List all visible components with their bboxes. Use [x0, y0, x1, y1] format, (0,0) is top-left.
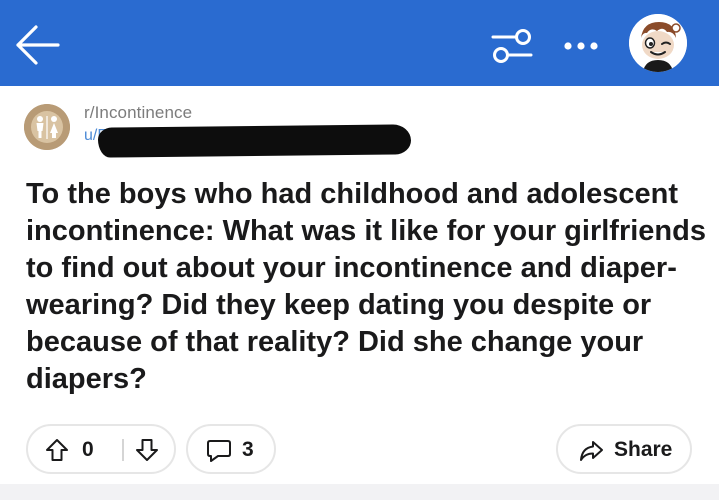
redaction-mark — [97, 124, 412, 158]
author-prefix: u/ — [84, 127, 98, 144]
comments-button[interactable]: 3 — [186, 424, 276, 474]
share-label: Share — [614, 438, 673, 461]
user-avatar-icon — [629, 14, 687, 72]
back-button[interactable] — [12, 22, 64, 68]
filter-button[interactable] — [490, 26, 534, 66]
vote-divider — [122, 439, 124, 461]
arrow-down-icon[interactable] — [134, 437, 160, 463]
arrow-left-icon — [16, 25, 60, 65]
comment-count: 3 — [242, 438, 254, 461]
vote-count: 0 — [82, 438, 94, 461]
user-avatar-button[interactable] — [629, 14, 687, 72]
next-post-edge — [0, 484, 719, 500]
more-horizontal-icon — [564, 42, 598, 50]
top-app-bar — [0, 0, 719, 86]
arrow-up-icon[interactable] — [44, 437, 70, 463]
share-button[interactable]: Share — [556, 424, 692, 474]
comment-bubble-icon — [207, 440, 231, 462]
subreddit-link[interactable]: r/Incontinence — [84, 103, 192, 123]
more-options-button[interactable] — [560, 30, 604, 60]
restroom-icon — [24, 104, 70, 150]
sliders-icon — [491, 29, 533, 63]
post-header: r/Incontinence u/Fa — [24, 100, 704, 160]
share-arrow-icon — [580, 441, 603, 461]
subreddit-icon[interactable] — [24, 104, 70, 150]
post-title[interactable]: To the boys who had childhood and adoles… — [26, 176, 706, 398]
vote-control: 0 — [26, 424, 176, 474]
